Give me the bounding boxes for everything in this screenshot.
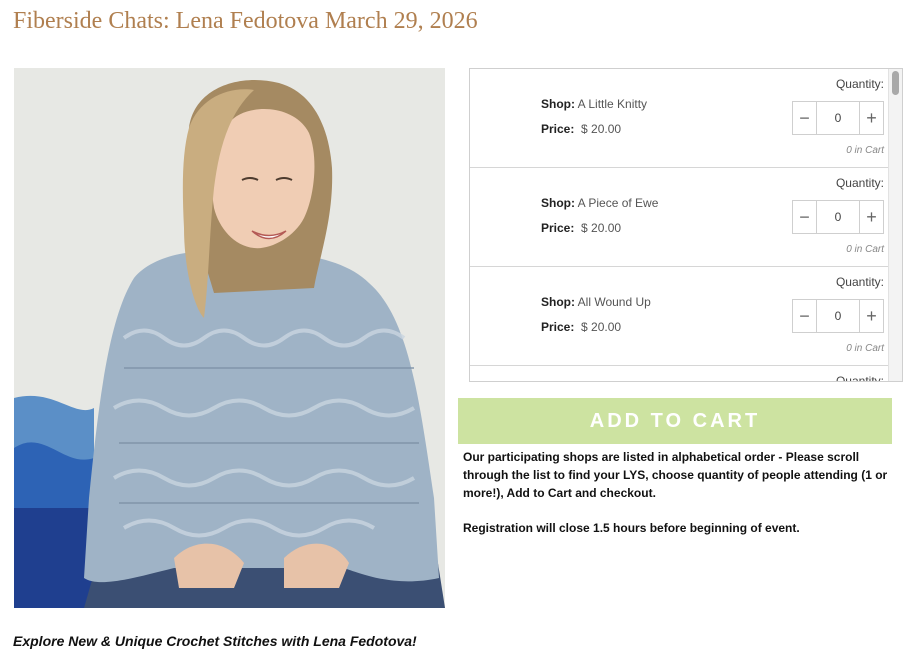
- in-cart-count: 0 in Cart: [846, 244, 884, 255]
- shop-name-line: Shop: A Little Knitty: [541, 97, 647, 111]
- scrollbar[interactable]: [888, 69, 902, 381]
- shop-name-line: Shop: A Piece of Ewe: [541, 196, 658, 210]
- price-value: $ 20.00: [581, 320, 622, 334]
- registration-note: Registration will close 1.5 hours before…: [463, 521, 800, 535]
- shop-name-line: Shop: All Wound Up: [541, 295, 651, 309]
- quantity-stepper[interactable]: − 0 +: [792, 200, 884, 234]
- quantity-label: Quantity:: [835, 176, 884, 190]
- shop-row: Quantity: Shop: A Piece of Ewe Price: $ …: [470, 168, 890, 267]
- in-cart-count: 0 in Cart: [846, 343, 884, 354]
- instructor-photo: [14, 68, 445, 608]
- in-cart-count: 0 in Cart: [846, 145, 884, 156]
- shop-row: Quantity: Shop: All Wound Up Price: $ 20…: [470, 267, 890, 366]
- plus-icon[interactable]: +: [859, 102, 883, 134]
- minus-icon[interactable]: −: [793, 201, 817, 233]
- plus-icon[interactable]: +: [859, 201, 883, 233]
- event-caption: Explore New & Unique Crochet Stitches wi…: [13, 633, 417, 649]
- shop-label: Shop:: [541, 295, 575, 309]
- shop-name: A Piece of Ewe: [577, 196, 659, 210]
- add-to-cart-button[interactable]: ADD TO CART: [458, 398, 892, 444]
- price-line: Price: $ 20.00: [541, 221, 621, 235]
- page-title: Fiberside Chats: Lena Fedotova March 29,…: [13, 8, 478, 34]
- shop-list: Quantity: Shop: A Little Knitty Price: $…: [470, 69, 890, 382]
- quantity-label: Quantity:: [835, 275, 884, 289]
- price-value: $ 20.00: [581, 122, 622, 136]
- shop-label: Shop:: [541, 196, 575, 210]
- shop-list-panel[interactable]: Quantity: Shop: A Little Knitty Price: $…: [469, 68, 903, 382]
- minus-icon[interactable]: −: [793, 102, 817, 134]
- quantity-stepper[interactable]: − 0 +: [792, 299, 884, 333]
- quantity-input[interactable]: 0: [817, 300, 859, 332]
- quantity-label: Quantity:: [835, 374, 884, 382]
- quantity-stepper[interactable]: − 0 +: [792, 101, 884, 135]
- shop-row: Quantity:: [470, 366, 890, 382]
- price-line: Price: $ 20.00: [541, 320, 621, 334]
- price-label: Price:: [541, 320, 575, 334]
- quantity-input[interactable]: 0: [817, 201, 859, 233]
- quantity-input[interactable]: 0: [817, 102, 859, 134]
- shop-row: Quantity: Shop: A Little Knitty Price: $…: [470, 69, 890, 168]
- price-label: Price:: [541, 122, 575, 136]
- price-value: $ 20.00: [581, 221, 622, 235]
- plus-icon[interactable]: +: [859, 300, 883, 332]
- instructions-text: Our participating shops are listed in al…: [463, 448, 893, 537]
- minus-icon[interactable]: −: [793, 300, 817, 332]
- shop-label: Shop:: [541, 97, 575, 111]
- quantity-label: Quantity:: [835, 77, 884, 91]
- shop-name: All Wound Up: [577, 295, 651, 309]
- scrollbar-thumb[interactable]: [892, 71, 899, 95]
- price-label: Price:: [541, 221, 575, 235]
- shop-name: A Little Knitty: [577, 97, 648, 111]
- instructions-paragraph: Our participating shops are listed in al…: [463, 450, 888, 500]
- price-line: Price: $ 20.00: [541, 122, 621, 136]
